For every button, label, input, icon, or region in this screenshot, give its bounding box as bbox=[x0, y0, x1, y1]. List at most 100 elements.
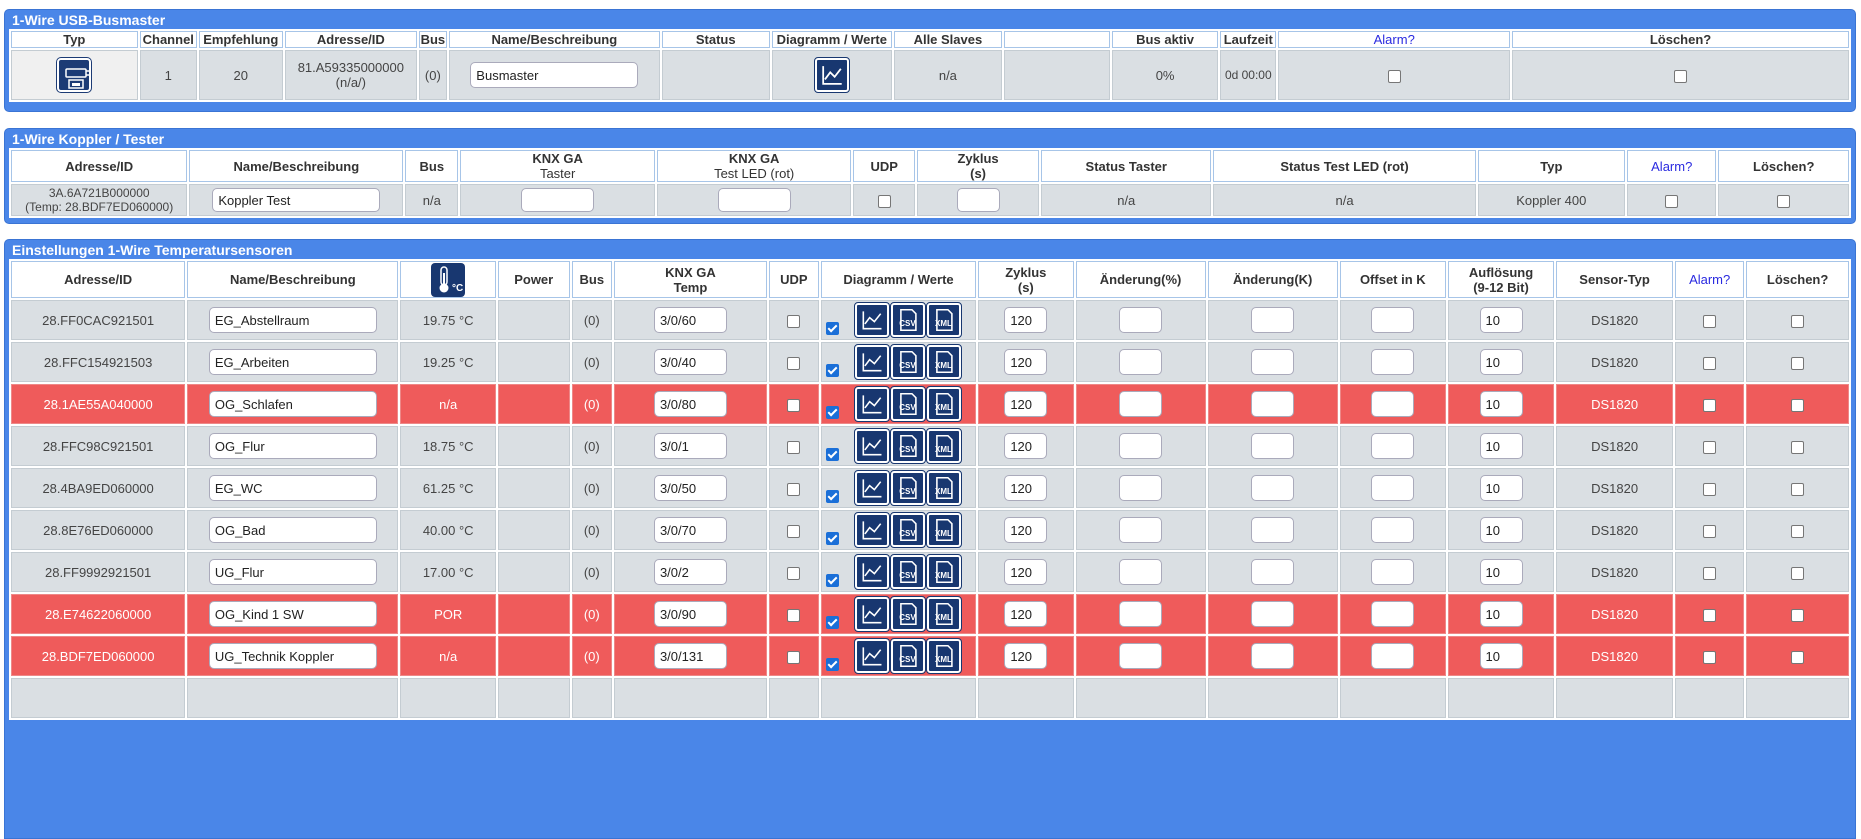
xml-icon[interactable]: XML bbox=[925, 344, 962, 380]
diagram-checkbox[interactable] bbox=[825, 574, 839, 587]
sensor-change-pct-input[interactable] bbox=[1119, 433, 1163, 459]
sensor-change-k-input[interactable] bbox=[1251, 307, 1295, 333]
sensor-change-k-input[interactable] bbox=[1251, 391, 1295, 417]
sensor-name-input[interactable] bbox=[208, 559, 377, 585]
sensor-change-pct-input[interactable] bbox=[1119, 307, 1163, 333]
sensor-delete-checkbox[interactable] bbox=[1791, 482, 1805, 496]
sensor-change-pct-input[interactable] bbox=[1119, 601, 1163, 627]
sensor-name-input[interactable] bbox=[208, 391, 377, 417]
diagram-checkbox[interactable] bbox=[825, 490, 839, 503]
busmaster-name-input[interactable] bbox=[470, 62, 639, 88]
sensor-ga-input[interactable] bbox=[653, 307, 727, 333]
sensor-name-input[interactable] bbox=[208, 517, 377, 543]
chart-icon[interactable] bbox=[853, 596, 890, 632]
csv-icon[interactable]: CSV bbox=[889, 470, 926, 506]
sensor-res-input[interactable] bbox=[1479, 475, 1523, 501]
sensor-zyklus-input[interactable] bbox=[1004, 349, 1048, 375]
sensor-zyklus-input[interactable] bbox=[1004, 643, 1048, 669]
sensor-change-k-input[interactable] bbox=[1251, 433, 1295, 459]
sensor-alarm-checkbox[interactable] bbox=[1703, 608, 1717, 622]
csv-icon[interactable]: CSV bbox=[889, 344, 926, 380]
koppler-delete-checkbox[interactable] bbox=[1777, 194, 1791, 208]
sensor-alarm-checkbox[interactable] bbox=[1703, 440, 1717, 454]
delete-checkbox[interactable] bbox=[1674, 69, 1688, 83]
koppler-ga-led-input[interactable] bbox=[717, 188, 791, 212]
xml-icon[interactable]: XML bbox=[925, 470, 962, 506]
sensor-udp-checkbox[interactable] bbox=[787, 440, 801, 454]
sensor-zyklus-input[interactable] bbox=[1004, 433, 1048, 459]
sensor-delete-checkbox[interactable] bbox=[1791, 314, 1805, 328]
sensor-ga-input[interactable] bbox=[653, 433, 727, 459]
sensor-change-pct-input[interactable] bbox=[1119, 517, 1163, 543]
csv-icon[interactable]: CSV bbox=[889, 596, 926, 632]
xml-icon[interactable]: XML bbox=[925, 386, 962, 422]
sensor-res-input[interactable] bbox=[1479, 601, 1523, 627]
csv-icon[interactable]: CSV bbox=[889, 512, 926, 548]
sensor-delete-checkbox[interactable] bbox=[1791, 566, 1805, 580]
chart-icon[interactable] bbox=[853, 386, 890, 422]
sensor-name-input[interactable] bbox=[208, 433, 377, 459]
sensor-ga-input[interactable] bbox=[653, 643, 727, 669]
chart-icon[interactable] bbox=[853, 554, 890, 590]
diagram-checkbox[interactable] bbox=[825, 322, 839, 335]
sensor-udp-checkbox[interactable] bbox=[787, 356, 801, 370]
header-alarm[interactable]: Alarm? bbox=[1627, 150, 1717, 182]
xml-icon[interactable]: XML bbox=[925, 428, 962, 464]
sensor-offset-input[interactable] bbox=[1371, 433, 1415, 459]
diagram-checkbox[interactable] bbox=[825, 532, 839, 545]
sensor-res-input[interactable] bbox=[1479, 433, 1523, 459]
sensor-offset-input[interactable] bbox=[1371, 559, 1415, 585]
sensor-ga-input[interactable] bbox=[653, 559, 727, 585]
csv-icon[interactable]: CSV bbox=[889, 302, 926, 338]
sensor-zyklus-input[interactable] bbox=[1004, 559, 1048, 585]
sensor-alarm-checkbox[interactable] bbox=[1703, 398, 1717, 412]
diagram-checkbox[interactable] bbox=[825, 616, 839, 629]
xml-icon[interactable]: XML bbox=[925, 512, 962, 548]
sensor-alarm-checkbox[interactable] bbox=[1703, 524, 1717, 538]
sensor-change-pct-input[interactable] bbox=[1119, 559, 1163, 585]
diagram-checkbox[interactable] bbox=[825, 406, 839, 419]
sensor-offset-input[interactable] bbox=[1371, 601, 1415, 627]
sensor-delete-checkbox[interactable] bbox=[1791, 440, 1805, 454]
sensor-offset-input[interactable] bbox=[1371, 307, 1415, 333]
koppler-name-input[interactable] bbox=[212, 188, 381, 212]
csv-icon[interactable]: CSV bbox=[889, 428, 926, 464]
sensor-delete-checkbox[interactable] bbox=[1791, 356, 1805, 370]
sensor-change-k-input[interactable] bbox=[1251, 601, 1295, 627]
koppler-alarm-checkbox[interactable] bbox=[1665, 194, 1679, 208]
sensor-alarm-checkbox[interactable] bbox=[1703, 650, 1717, 664]
sensor-res-input[interactable] bbox=[1479, 349, 1523, 375]
sensor-res-input[interactable] bbox=[1479, 391, 1523, 417]
sensor-res-input[interactable] bbox=[1479, 643, 1523, 669]
sensor-change-k-input[interactable] bbox=[1251, 559, 1295, 585]
sensor-alarm-checkbox[interactable] bbox=[1703, 482, 1717, 496]
sensor-zyklus-input[interactable] bbox=[1004, 391, 1048, 417]
xml-icon[interactable]: XML bbox=[925, 596, 962, 632]
chart-icon[interactable] bbox=[853, 302, 890, 338]
sensor-zyklus-input[interactable] bbox=[1004, 517, 1048, 543]
chart-icon[interactable] bbox=[853, 638, 890, 674]
sensor-udp-checkbox[interactable] bbox=[787, 650, 801, 664]
sensor-name-input[interactable] bbox=[208, 349, 377, 375]
sensor-udp-checkbox[interactable] bbox=[787, 608, 801, 622]
sensor-delete-checkbox[interactable] bbox=[1791, 608, 1805, 622]
sensor-change-k-input[interactable] bbox=[1251, 517, 1295, 543]
chart-icon[interactable] bbox=[853, 428, 890, 464]
sensor-zyklus-input[interactable] bbox=[1004, 601, 1048, 627]
sensor-alarm-checkbox[interactable] bbox=[1703, 314, 1717, 328]
sensor-change-k-input[interactable] bbox=[1251, 643, 1295, 669]
diagram-checkbox[interactable] bbox=[825, 658, 839, 671]
sensor-udp-checkbox[interactable] bbox=[787, 566, 801, 580]
sensor-change-pct-input[interactable] bbox=[1119, 349, 1163, 375]
sensor-name-input[interactable] bbox=[208, 601, 377, 627]
sensor-delete-checkbox[interactable] bbox=[1791, 650, 1805, 664]
diagram-checkbox[interactable] bbox=[825, 448, 839, 461]
sensor-change-k-input[interactable] bbox=[1251, 475, 1295, 501]
sensor-udp-checkbox[interactable] bbox=[787, 314, 801, 328]
csv-icon[interactable]: CSV bbox=[889, 638, 926, 674]
sensor-ga-input[interactable] bbox=[653, 517, 727, 543]
sensor-delete-checkbox[interactable] bbox=[1791, 398, 1805, 412]
header-alarm[interactable]: Alarm? bbox=[1278, 31, 1511, 48]
xml-icon[interactable]: XML bbox=[925, 638, 962, 674]
sensor-offset-input[interactable] bbox=[1371, 643, 1415, 669]
